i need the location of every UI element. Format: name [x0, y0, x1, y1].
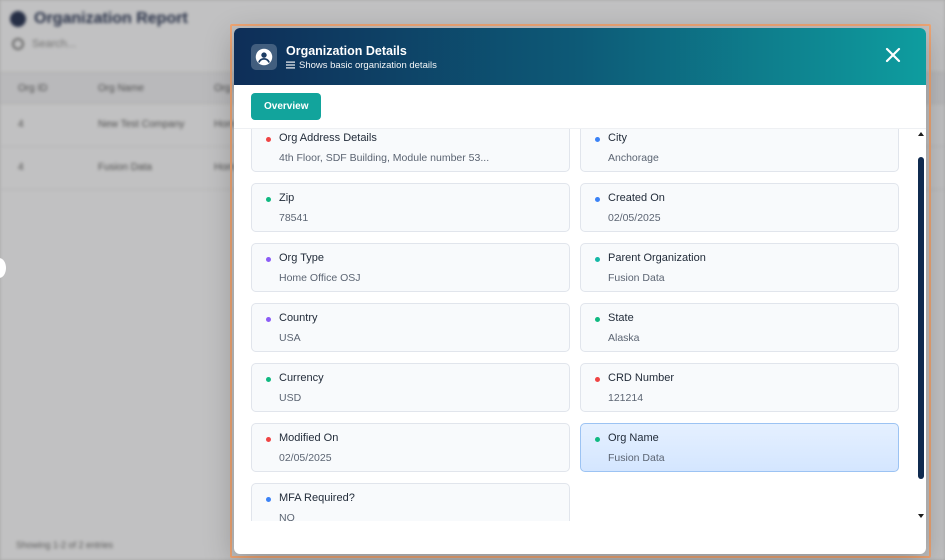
detail-label: Org Type [279, 252, 325, 264]
detail-card[interactable]: Country USA [251, 303, 570, 352]
detail-card[interactable]: Created On 02/05/2025 [580, 183, 899, 232]
detail-label: Parent Organization [608, 252, 706, 264]
status-dot-icon [266, 377, 271, 382]
detail-card[interactable]: Zip 78541 [251, 183, 570, 232]
status-dot-icon [595, 137, 600, 142]
detail-value: 02/05/2025 [279, 452, 332, 464]
detail-value: 78541 [279, 212, 309, 224]
detail-label: Created On [608, 192, 665, 204]
detail-card[interactable]: Org Type Home Office OSJ [251, 243, 570, 292]
user-circle-icon [251, 43, 277, 70]
detail-value: 02/05/2025 [608, 212, 661, 224]
tab-overview[interactable]: Overview [251, 93, 322, 120]
status-dot-icon [595, 437, 600, 442]
status-dot-icon [266, 317, 271, 322]
modal-tabs: Overview [234, 85, 926, 129]
detail-label: CRD Number [608, 372, 675, 384]
detail-value: Alaska [608, 332, 640, 344]
detail-value: NO [279, 512, 295, 521]
modal-title: Organization Details [286, 43, 407, 58]
detail-value: USA [279, 332, 301, 344]
modal-subtitle-text: Shows basic organization details [299, 59, 437, 71]
status-dot-icon [266, 197, 271, 202]
detail-label: Org Name [608, 432, 659, 444]
detail-card[interactable]: Modified On 02/05/2025 [251, 423, 570, 472]
status-dot-icon [266, 137, 271, 142]
detail-card[interactable]: Currency USD [251, 363, 570, 412]
status-dot-icon [595, 377, 600, 382]
list-icon [286, 61, 295, 69]
detail-label: Modified On [279, 432, 339, 444]
scrollbar-thumb[interactable] [918, 157, 924, 479]
detail-value: 121214 [608, 392, 644, 404]
detail-card[interactable]: State Alaska [580, 303, 899, 352]
modal-subtitle: Shows basic organization details [286, 60, 437, 71]
scrollbar[interactable] [917, 129, 926, 521]
status-dot-icon [595, 257, 600, 262]
detail-card[interactable]: CRD Number 121214 [580, 363, 899, 412]
modal-header: Organization Details Shows basic organiz… [234, 28, 926, 85]
detail-card[interactable]: MFA Required? NO [251, 483, 570, 521]
detail-card[interactable]: Org Address Details 4th Floor, SDF Buildi… [251, 129, 570, 172]
detail-value: 4th Floor, SDF Building, Module number 5… [279, 152, 490, 164]
close-icon [885, 47, 901, 63]
status-dot-icon [595, 317, 600, 322]
detail-label: Country [279, 312, 318, 324]
detail-value: USD [279, 392, 302, 404]
scroll-up-arrow-icon[interactable] [918, 132, 924, 136]
status-dot-icon [595, 197, 600, 202]
detail-value: Home Office OSJ [279, 272, 361, 284]
details-scroll-area[interactable]: Org Address Details 4th Floor, SDF Buildi… [234, 129, 926, 521]
detail-value: Anchorage [608, 152, 659, 164]
scroll-down-arrow-icon[interactable] [918, 514, 924, 518]
detail-value: Fusion Data [608, 272, 665, 284]
detail-label: MFA Required? [279, 492, 355, 504]
status-dot-icon [266, 437, 271, 442]
close-button[interactable] [884, 46, 902, 64]
detail-label: State [608, 312, 634, 324]
status-dot-icon [266, 257, 271, 262]
detail-card[interactable]: Parent Organization Fusion Data [580, 243, 899, 292]
detail-label: City [608, 132, 627, 144]
detail-card[interactable]: City Anchorage [580, 129, 899, 172]
detail-card[interactable]: Org Name Fusion Data [580, 423, 899, 472]
organization-details-modal: Organization Details Shows basic organiz… [234, 28, 926, 554]
detail-label: Currency [279, 372, 324, 384]
detail-value: Fusion Data [608, 452, 665, 464]
status-dot-icon [266, 497, 271, 502]
detail-label: Org Address Details [279, 132, 377, 144]
detail-label: Zip [279, 192, 295, 204]
